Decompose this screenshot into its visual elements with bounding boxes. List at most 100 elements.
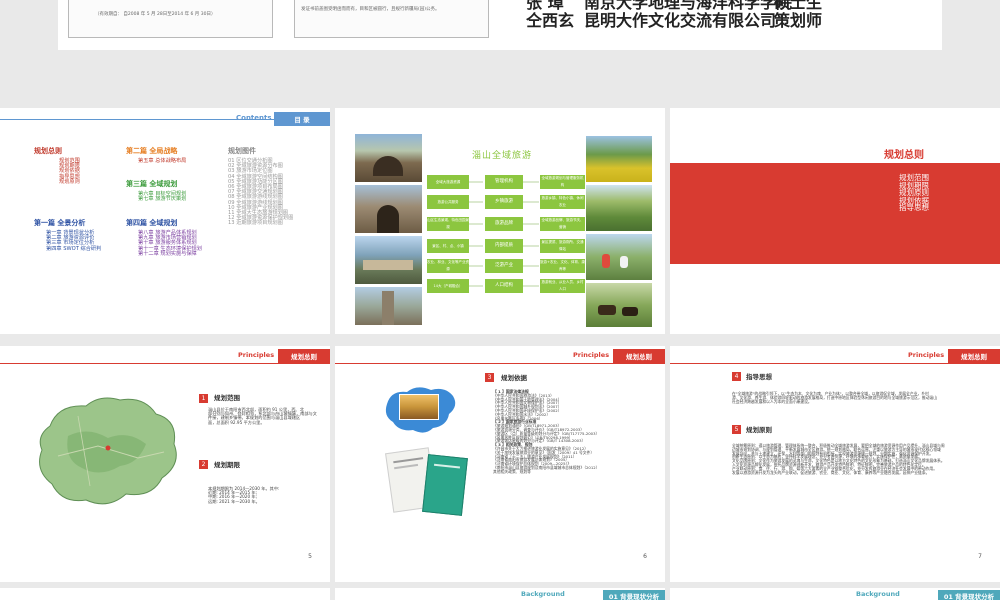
diagram-box: 14大（产城融合）	[427, 279, 469, 293]
member-name-1: 张 璋	[526, 0, 564, 12]
diagram-box: 旅游+农业、文化、体育、康养等	[540, 259, 585, 273]
toc-part2-title: 第二篇 全局战略	[126, 147, 178, 155]
member-name-2: 仝西玄	[526, 11, 575, 30]
section-title: 规划总则	[884, 150, 924, 161]
toc-part3-title: 第三篇 全域规划	[126, 180, 178, 188]
toc-part3-list: 第六章 目标空间规划 第七章 旅游节庆策划	[138, 191, 186, 202]
toc-header-cn: 目 录	[274, 112, 330, 126]
diagram-box: 乡镇旅游	[485, 195, 523, 209]
toc-col3-title: 规划图件	[228, 147, 256, 155]
diagram-box: 全域旅游品牌、旅游节庆、营销	[540, 217, 585, 231]
toc-col1-title: 规划总则	[34, 147, 62, 155]
member-role-1: 硕士生	[774, 0, 823, 12]
toc-part1-title: 第一篇 全景分析	[34, 219, 86, 227]
certificate-image-right: 发证书前盖图受明函而而有，目和区被圆行，且规行新疆局(园)公务。	[294, 0, 489, 38]
page-number: 7	[978, 553, 982, 560]
diagram-box: 全域旅游规划与管理服务机构	[540, 175, 585, 189]
slide-thumbnail-section[interactable]: 规划总则 规划范围 规划期限 规划原则 规划依据 指导思想	[670, 108, 1000, 334]
toc-col1-list: 规划范围 规划期限 规划依据 指导思想 规划原则	[59, 158, 80, 185]
toc-header-en: Contents	[236, 114, 272, 122]
sec5-body: 全域统筹原则：遵以旅游管理、管理体系统一整合，积极推动全域旅游发展，要把全域的旅…	[732, 443, 945, 475]
slide-header-en: Principles	[573, 351, 610, 359]
standards-book-2	[422, 454, 468, 516]
slide-thumbnail-9[interactable]: Background 01 背景现状分析	[335, 588, 665, 600]
slide-header-line	[670, 363, 1000, 364]
diagram-box: 景区、村、点、小镇	[427, 239, 469, 253]
diagram-box: 农业、林业、文化等产业资源	[427, 259, 469, 273]
slide-header-line	[0, 363, 330, 364]
page-number: 6	[643, 553, 647, 560]
sec1-title: 规划范围	[214, 394, 240, 402]
sec1-body: 淄山县位于南阳市西北部，面积约 91 公里，西、北 部分别与如州、登封相邻，东北…	[208, 407, 317, 425]
toc-part4-title: 第四篇 全域规划	[126, 219, 178, 227]
slide-header-cn: 规划总则	[278, 349, 330, 363]
member-org-1: 南京大学地理与海洋科学学院	[584, 0, 793, 12]
slide-header-en: Background	[521, 590, 565, 598]
slide-header-en: Principles	[238, 351, 275, 359]
photo-rapeseed-field	[586, 136, 652, 182]
county-map-image	[39, 397, 177, 505]
photo-orchard	[586, 185, 652, 231]
slide-header-en: Principles	[908, 351, 945, 359]
toc-item[interactable]: 第七章 旅游节庆策划	[138, 196, 186, 202]
slide-header-en: Background	[856, 590, 900, 598]
toc-part1-list: 第一章 背景现状分析 第二章 旅游资源评价 第三章 市场定位分析 第四章 SWO…	[46, 230, 101, 252]
slide-thumbnail-6[interactable]: Principles 规划总则 3 规划依据 【 1 】国家法律法规 《中华人民…	[335, 346, 665, 582]
diagram-box: 内部提质	[485, 239, 523, 253]
diagram-right-column: 全域旅游规划与管理服务机构 旅游乡镇、特色小镇、休闲农业 全域旅游品牌、旅游节庆…	[540, 175, 585, 293]
photo-cave-dwelling	[355, 134, 422, 182]
toc-item[interactable]: 规划原则	[59, 179, 80, 185]
slide-thumbnail-top[interactable]: （有效期自： 自2008 年 5 月 28日至2014 年 6 月 30日） 发…	[58, 0, 942, 50]
photo-stone-tower	[355, 287, 422, 325]
slide-thumbnail-5[interactable]: Principles 规划总则 1 规划范围 淄山县位于南阳市西北部，面积约 9…	[0, 346, 330, 582]
temple-photo	[399, 394, 439, 420]
diagram-box: 旅游乡镇、特色小镇、休闲农业	[540, 195, 585, 209]
sec2-title: 规划期限	[214, 461, 240, 469]
sec3-body: 【 1 】国家法律法规 《中华人民共和国旅游法》（2013） 《中华人民共和国土…	[493, 389, 600, 474]
slide-thumbnail-7[interactable]: Principles 规划总则 4 指导思想 在"全域旅游"的战略引领下，以"生…	[670, 346, 1000, 582]
diagram-mid-column: 管理机构 乡镇旅游 旅游品牌 内部提质 泛游产业 人口结构	[485, 175, 523, 293]
section-red-panel	[670, 163, 1000, 264]
slide-thumbnail-10[interactable]: Background 01 背景现状分析	[670, 588, 1000, 600]
certificate-left-text: （有效期自： 自2008 年 5 月 28日至2014 年 6 月 30日）	[95, 12, 216, 17]
slide-thumbnail-contents[interactable]: Contents 目 录 规划总则 规划范围 规划期限 规划依据 指导思想 规划…	[0, 108, 330, 334]
slide-header-cn: 规划总则	[613, 349, 665, 363]
sec4-body: 在"全域旅游"的战略引领下，以"生态为本、文化为魂、产业为体"，以整合带全域，以…	[732, 391, 938, 404]
diagram-box: 旅游公共服务	[427, 195, 469, 209]
sec2-body: 本规划期限为 2014—2030 年。其中: 近期: 2014 年—2015 年…	[208, 486, 280, 504]
diagram-box: 人口结构	[485, 279, 523, 293]
toc-item[interactable]: 第四章 SWOT 综合研判	[46, 246, 101, 252]
photo-village	[355, 236, 422, 284]
diagram-box: 旅游就业、从业人员、乡村人口	[540, 279, 585, 293]
sec5-title: 规划原则	[746, 426, 772, 434]
section-item[interactable]: 指导思想	[899, 204, 929, 212]
photo-cattle	[586, 283, 652, 327]
sec4-title: 指导思想	[746, 373, 772, 381]
toc-map-item[interactable]: 13 近期旅游项目规划图	[228, 221, 293, 226]
photo-arch-gate	[355, 185, 422, 233]
member-role-2: 策划师	[774, 11, 823, 30]
toc-item[interactable]: 第五章 总体战略布局	[138, 158, 186, 164]
diagram-title: 淄山全域旅游	[472, 151, 533, 161]
diagram-box: 管理机构	[485, 175, 523, 189]
sec3-num-badge: 3	[485, 373, 494, 382]
toc-item[interactable]: 第十二章 规划实施与保障	[138, 251, 202, 257]
sec3-title: 规划依据	[501, 374, 527, 382]
slide-header-cn: 规划总则	[948, 349, 1000, 363]
diagram-box: 景区提质、旅游厕所、交通驿站	[540, 239, 585, 253]
diagram-box: 泛游产业	[485, 259, 523, 273]
slide-header-cn: 01 背景现状分析	[938, 590, 1000, 600]
diagram-box: 山区生态景观、特色田园景观	[427, 217, 469, 231]
photo-cyclists	[586, 234, 652, 280]
page-number: 5	[308, 553, 312, 560]
slide-thumbnail-diagram[interactable]: 淄山全域旅游 全域大旅游资源 旅游公共服务 山区生态景观、特色田园景观 景区、村…	[335, 108, 665, 334]
diagram-left-column: 全域大旅游资源 旅游公共服务 山区生态景观、特色田园景观 景区、村、点、小镇 农…	[427, 175, 469, 293]
sec4-num-badge: 4	[732, 372, 741, 381]
sec1-num-badge: 1	[199, 394, 208, 403]
slide-header-cn: 01 背景现状分析	[603, 590, 665, 600]
member-org-2: 昆明大作文化交流有限公司	[584, 11, 777, 30]
certificate-right-text: 发证书前盖图受明函而而有，目和区被圆行，且规行新疆局(园)公务。	[301, 7, 440, 12]
slide-thumbnail-8[interactable]	[0, 588, 330, 600]
slide-header-line	[335, 363, 665, 364]
diagram-box: 旅游品牌	[485, 217, 523, 231]
